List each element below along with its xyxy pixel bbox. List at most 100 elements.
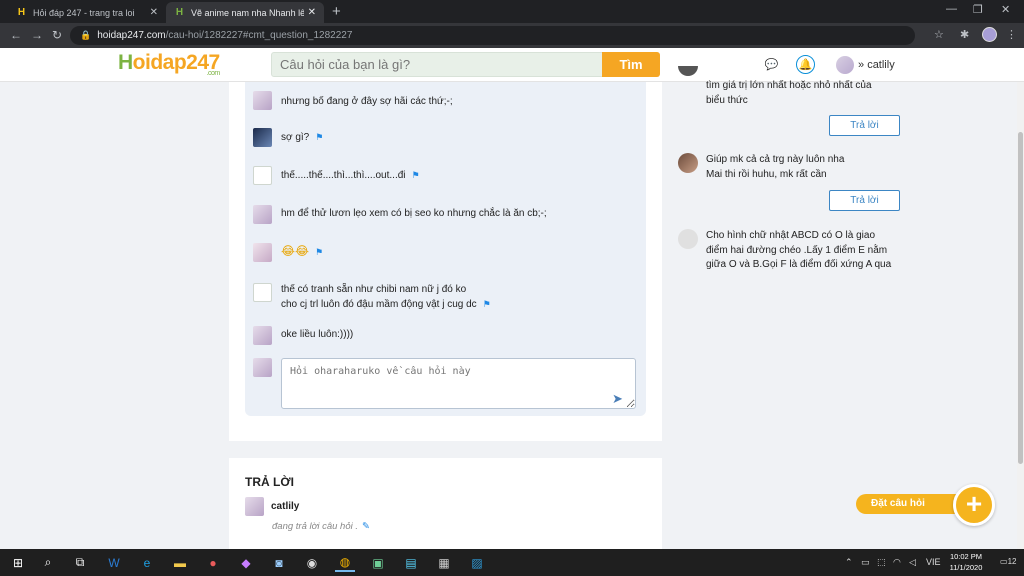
question-text: Mai thi rồi huhu, mk rất cần [706,168,827,180]
address-bar[interactable]: 🔒 hoidap247.com /cau-hoi/1282227#cmt_que… [70,26,915,45]
send-icon[interactable]: ➤ [612,391,623,407]
game-icon[interactable]: ▣ [368,553,388,572]
browser-tab[interactable]: H Hỏi đáp 247 - trang tra loi ✕ [8,2,166,23]
avatar[interactable] [253,128,272,147]
tab-title: Hỏi đáp 247 - trang tra loi [33,7,135,18]
report-flag-icon[interactable]: ⚑ [483,299,491,309]
answer-button[interactable]: Trả lời [829,115,900,136]
new-tab-icon[interactable]: + [332,3,341,20]
user-caret: » [858,59,865,71]
site-logo[interactable]: Hoidap247 .com [118,51,220,77]
question-text: giữa O và B.Gọi F là điểm đối xứng A qua [706,259,892,270]
avatar[interactable] [253,326,272,345]
search-input[interactable] [271,52,603,77]
comment-text: hm để thử lươn lẹo xem có bị seo ko nhưn… [281,208,547,219]
browser-toolbar: ← → ↻ 🔒 hoidap247.com /cau-hoi/1282227#c… [0,23,1024,48]
tray-icon[interactable]: ⬚ [877,557,886,568]
ask-question-button[interactable]: Đặt câu hỏi [856,494,964,514]
browser-tab-active[interactable]: H Vẽ anime nam nha Nhanh lên nh ✕ [166,2,324,23]
browser-tab-bar: H Hỏi đáp 247 - trang tra loi ✕ H Vẽ ani… [0,0,1024,23]
close-window-icon[interactable]: ✕ [1001,3,1010,16]
notification-icon[interactable]: ▭12 [1000,557,1016,566]
chrome-icon[interactable]: ◍ [335,553,355,572]
close-tab-icon[interactable]: ✕ [150,7,158,18]
answer-button[interactable]: Trả lời [829,190,900,211]
menu-dots-icon[interactable]: ⋮ [1006,28,1017,41]
app-icon[interactable]: ▦ [434,553,454,572]
app-icon[interactable]: ◆ [236,553,256,572]
comment-text: sợ gì? [281,132,310,143]
notification-count: 12 [1007,557,1017,566]
avatar[interactable] [253,166,272,185]
avatar [253,358,272,377]
hoidap-favicon-icon: H [175,7,184,18]
camera-icon[interactable]: ◙ [269,553,289,572]
tab-title: Vẽ anime nam nha Nhanh lên nh [191,7,304,18]
username-label: catlily [867,59,895,71]
wifi-icon[interactable]: ◠ [893,557,901,568]
paint-icon[interactable]: ● [203,553,223,572]
question-text: điểm hai đường chéo .Lấy 1 điểm E nằm [706,244,888,256]
back-icon[interactable]: ← [10,28,22,42]
photos-icon[interactable]: ▨ [467,553,487,572]
report-flag-icon[interactable]: ⚑ [315,132,323,142]
language-indicator[interactable]: VIE [926,557,941,567]
answers-title: TRẢ LỜI [245,475,294,489]
comment-input[interactable] [281,358,636,409]
comment-text: thế có tranh sẵn như chibi nam nữ j đó k… [281,284,467,295]
url-host: hoidap247.com [97,30,166,41]
bookmark-star-icon[interactable]: ☆ [934,28,944,41]
avatar[interactable] [678,229,698,249]
scrollbar-thumb[interactable] [1018,132,1023,464]
search-button[interactable]: Tìm [602,52,660,77]
avatar[interactable] [678,153,698,173]
forward-icon[interactable]: → [31,28,43,42]
task-view-icon[interactable]: ⧉ [70,553,90,572]
answer-username[interactable]: catlily [271,501,299,512]
windows-start-icon[interactable]: ⊞ [8,553,28,572]
extensions-icon[interactable]: ✱ [960,28,969,41]
taskbar: ⊞ ⌕ ⧉ W e ▬ ● ◆ ◙ ◉ ◍ ▣ ▤ ▦ ▨ ⌃ ▭ ⬚ ◠ ◁ … [0,549,1024,576]
word-icon[interactable]: W [104,553,124,572]
avatar[interactable] [253,243,272,262]
folder-icon[interactable]: ▬ [170,553,190,572]
avatar[interactable] [836,56,854,74]
app-icon[interactable]: ◉ [302,553,322,572]
avatar[interactable] [245,497,264,516]
chat-icon[interactable]: 💬 [762,55,781,74]
answer-status: đang trả lời câu hỏi . ✎ [272,521,370,532]
hoidap-favicon-icon: H [17,7,26,18]
report-flag-icon[interactable]: ⚑ [315,247,323,257]
url-path: /cau-hoi/1282227#cmt_question_1282227 [165,30,353,41]
lock-icon: 🔒 [80,30,92,40]
clock-time: 10:02 PM [949,552,983,561]
answer-status-text: đang trả lời câu hỏi . [272,521,359,532]
minimize-icon[interactable]: — [946,3,957,15]
tray-icon[interactable]: ▭ [861,557,870,568]
volume-icon[interactable]: ◁ [909,557,916,568]
taskbar-clock[interactable]: 10:02 PM 11/1/2020 [940,551,992,573]
report-flag-icon[interactable]: ⚑ [412,170,420,180]
plus-icon[interactable]: + [953,484,995,526]
avatar[interactable] [253,91,272,110]
question-text: Cho hình chữ nhật ABCD có O là giao [706,230,876,241]
question-text: biểu thức [706,94,748,106]
avatar[interactable] [253,283,272,302]
question-text: tìm giá trị lớn nhất hoặc nhỏ nhất của [706,80,872,91]
clock-date: 11/1/2020 [949,563,983,572]
tray-chevron-icon[interactable]: ⌃ [845,557,853,568]
app-icon[interactable]: ▤ [401,553,421,572]
notification-bell-icon[interactable]: 🔔 [796,55,815,74]
header-username[interactable]: » catlily [858,59,895,71]
comment-text: thế.....thế....thì...thì....out...đi [281,170,406,181]
pencil-icon: ✎ [362,521,370,532]
avatar[interactable] [253,205,272,224]
browser-profile-avatar[interactable] [982,27,997,42]
sidebar-question[interactable]: Cho hình chữ nhật ABCD có O là giao điểm… [678,229,918,273]
maximize-icon[interactable]: ❐ [973,3,983,16]
edge-icon[interactable]: e [137,553,157,572]
reload-icon[interactable]: ↻ [52,28,62,42]
search-icon[interactable]: ⌕ [38,553,58,572]
comment-text: cho cj trl luôn đó đậu mầm động vật j cu… [281,299,477,310]
close-tab-icon[interactable]: ✕ [308,7,316,18]
